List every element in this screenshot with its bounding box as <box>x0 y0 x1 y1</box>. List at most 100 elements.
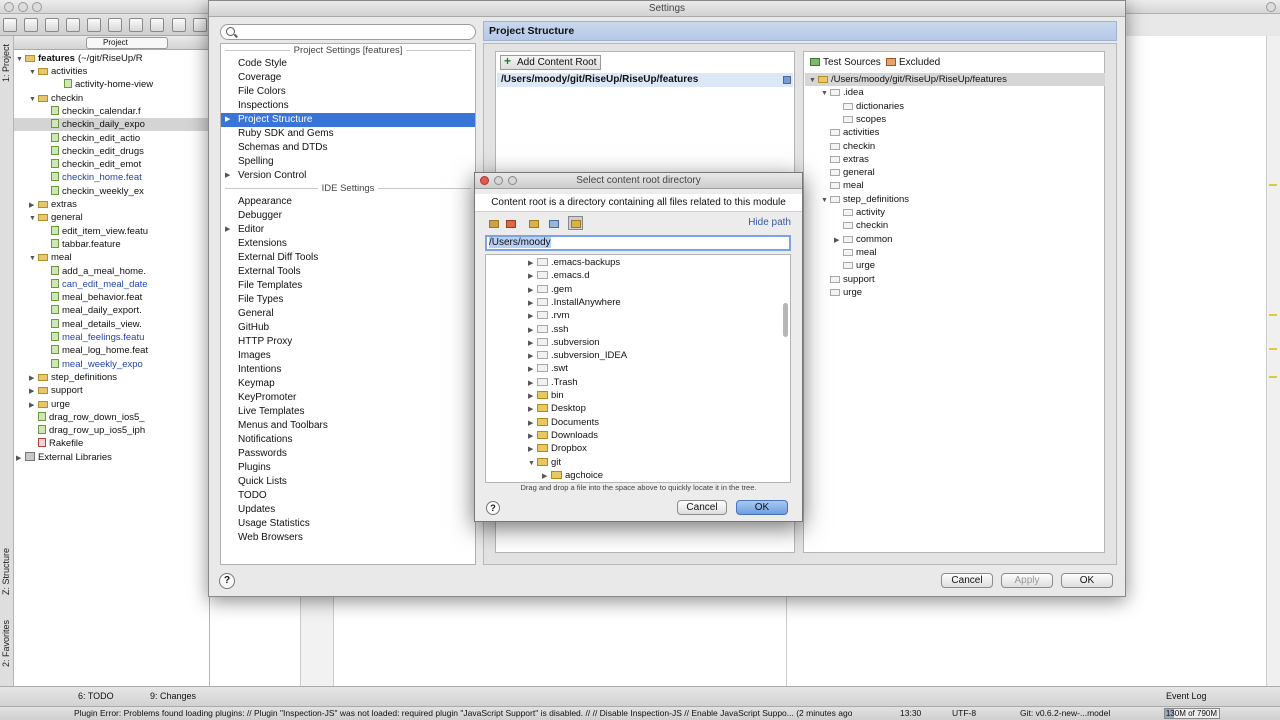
new-folder-icon[interactable] <box>526 216 541 230</box>
settings-item[interactable]: File Templates <box>221 279 475 293</box>
chooser-help-button[interactable]: ? <box>486 501 500 515</box>
module-tree-folder[interactable]: meal <box>834 246 877 259</box>
module-tree-folder[interactable]: checkin <box>834 219 888 232</box>
hide-path-link[interactable]: Hide path <box>748 217 791 228</box>
settings-item[interactable]: ▶ Project Structure <box>221 113 475 127</box>
module-tree-folder[interactable]: support <box>821 273 875 286</box>
settings-item[interactable]: ▶ Version Control <box>221 169 475 183</box>
tree-file[interactable]: tabbar.feature <box>42 238 121 251</box>
tree-file[interactable]: drag_row_up_ios5_iph <box>29 424 145 437</box>
expand-arrow-icon[interactable]: ▶ <box>528 430 537 443</box>
home-icon[interactable] <box>486 216 501 230</box>
tree-folder[interactable]: ▶ step_definitions <box>29 371 117 384</box>
open-icon[interactable] <box>3 18 17 32</box>
directory-row[interactable]: ▶ .gem <box>528 283 572 296</box>
directory-row[interactable]: ▶ Dropbox <box>528 442 587 455</box>
expand-arrow-icon[interactable]: ▶ <box>29 399 38 412</box>
tree-file[interactable]: checkin_weekly_ex <box>42 185 144 198</box>
expand-arrow-icon[interactable]: ▶ <box>29 385 38 398</box>
fullscreen-button[interactable] <box>1266 2 1276 12</box>
settings-item[interactable]: File Types <box>221 293 475 307</box>
chooser-minimize-button[interactable] <box>494 176 503 185</box>
expand-arrow-icon[interactable]: ▶ <box>29 372 38 385</box>
tree-file[interactable]: checkin_calendar.f <box>42 105 141 118</box>
status-message[interactable]: Plugin Error: Problems found loading plu… <box>74 707 852 720</box>
copy-icon[interactable] <box>129 18 144 32</box>
settings-item[interactable]: ▶ Editor <box>221 223 475 237</box>
settings-help-button[interactable]: ? <box>219 573 235 589</box>
settings-item[interactable]: Plugins <box>221 461 475 475</box>
expand-arrow-icon[interactable]: ▼ <box>809 74 818 87</box>
tree-file[interactable]: activity-home-view <box>55 78 153 91</box>
collapse-arrow-icon[interactable]: ▼ <box>29 252 38 265</box>
project-root-icon[interactable] <box>503 216 518 230</box>
tree-row-root[interactable]: ▼ features (~/git/RiseUp/R <box>16 52 143 65</box>
replace-icon[interactable] <box>192 18 207 32</box>
cut-icon[interactable] <box>108 18 123 32</box>
settings-item[interactable]: Inspections <box>221 99 475 113</box>
settings-item[interactable]: Keymap <box>221 377 475 391</box>
zoom-window-button[interactable] <box>32 2 42 12</box>
settings-item[interactable]: Images <box>221 349 475 363</box>
tree-file[interactable]: ▶ External Libraries <box>16 451 112 464</box>
directory-row[interactable]: ▶ .swt <box>528 362 568 375</box>
tab-project[interactable]: 1: Project <box>1 44 13 82</box>
tree-folder[interactable]: ▼ checkin <box>29 92 83 105</box>
warning-marker[interactable] <box>1269 376 1277 378</box>
save-icon[interactable] <box>24 18 39 32</box>
settings-item[interactable]: Code Style <box>221 57 475 71</box>
tab-event-log[interactable]: Event Log <box>1166 691 1207 701</box>
tab-todo[interactable]: 6: TODO <box>78 691 114 701</box>
module-tree-folder[interactable]: scopes <box>834 113 886 126</box>
settings-cancel-button[interactable]: Cancel <box>941 573 993 588</box>
settings-item[interactable]: TODO <box>221 489 475 503</box>
collapse-arrow-icon[interactable]: ▼ <box>29 212 38 225</box>
tree-folder[interactable]: ▼ activities <box>29 65 87 78</box>
settings-item[interactable]: Debugger <box>221 209 475 223</box>
status-encoding[interactable]: UTF-8 <box>952 707 976 720</box>
expand-arrow-icon[interactable]: ▶ <box>528 350 537 363</box>
expand-arrow-icon[interactable]: ▶ <box>528 377 537 390</box>
warning-marker[interactable] <box>1269 348 1277 350</box>
settings-item[interactable]: Quick Lists <box>221 475 475 489</box>
module-tree-folder[interactable]: urge <box>834 259 875 272</box>
warning-marker[interactable] <box>1269 314 1277 316</box>
settings-item[interactable]: Updates <box>221 503 475 517</box>
undo-icon[interactable] <box>66 18 81 32</box>
tree-file[interactable]: checkin_edit_drugs <box>42 145 144 158</box>
expand-arrow-icon[interactable]: ▶ <box>528 297 537 310</box>
settings-item[interactable]: General <box>221 307 475 321</box>
tree-file[interactable]: Rakefile <box>29 437 83 450</box>
tree-file[interactable]: meal_weekly_expo <box>42 358 143 371</box>
directory-row[interactable]: ▶ Desktop <box>528 402 586 415</box>
settings-item[interactable]: Usage Statistics <box>221 517 475 531</box>
settings-item[interactable]: Ruby SDK and Gems <box>221 127 475 141</box>
directory-row[interactable]: ▶ bin <box>528 389 564 402</box>
path-input[interactable]: /Users/moody <box>485 235 791 251</box>
directory-row[interactable]: ▶ .subversion_IDEA <box>528 349 627 362</box>
collapse-arrow-icon[interactable]: ▼ <box>528 457 537 470</box>
settings-item[interactable]: Web Browsers <box>221 531 475 545</box>
directory-row[interactable]: ▶ .emacs-backups <box>528 256 620 269</box>
chooser-zoom-button[interactable] <box>508 176 517 185</box>
expand-arrow-icon[interactable]: ▶ <box>225 223 230 237</box>
settings-ok-button[interactable]: OK <box>1061 573 1113 588</box>
add-content-root-button[interactable]: Add Content Root <box>500 55 601 70</box>
expand-arrow-icon[interactable]: ▶ <box>528 337 537 350</box>
module-tree-folder[interactable]: ▼ step_definitions <box>821 193 909 206</box>
tab-changes[interactable]: 9: Changes <box>150 691 196 701</box>
settings-apply-button[interactable]: Apply <box>1001 573 1053 588</box>
settings-item[interactable]: External Diff Tools <box>221 251 475 265</box>
settings-item[interactable]: Passwords <box>221 447 475 461</box>
tree-file[interactable]: can_edit_meal_date <box>42 278 148 291</box>
tab-structure[interactable]: Z: Structure <box>1 548 13 595</box>
module-tree-folder[interactable]: checkin <box>821 140 875 153</box>
tree-folder[interactable]: ▶ support <box>29 384 83 397</box>
expand-arrow-icon[interactable]: ▶ <box>528 324 537 337</box>
tree-file[interactable]: checkin_edit_emot <box>42 158 141 171</box>
project-view-combo[interactable]: Project <box>86 37 168 49</box>
directory-row[interactable]: ▶ .subversion <box>528 336 600 349</box>
expand-arrow-icon[interactable]: ▶ <box>16 452 25 465</box>
tree-folder[interactable]: ▶ urge <box>29 398 70 411</box>
chooser-cancel-button[interactable]: Cancel <box>677 500 727 515</box>
